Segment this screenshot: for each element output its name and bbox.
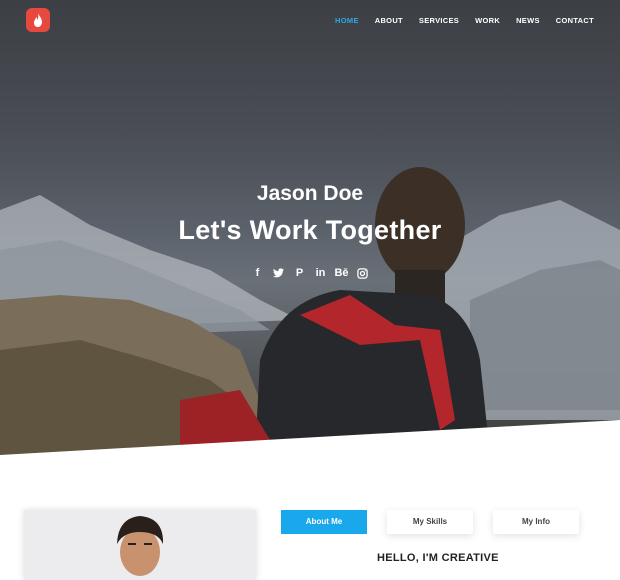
behance-icon[interactable]: Bē [334, 267, 348, 279]
flame-icon [34, 13, 42, 27]
nav-news[interactable]: NEWS [516, 16, 540, 25]
nav-work[interactable]: WORK [475, 16, 500, 25]
hero-section: HOME ABOUT SERVICES WORK NEWS CONTACT Ja… [0, 0, 620, 455]
nav-home[interactable]: HOME [335, 16, 359, 25]
tab-my-skills[interactable]: My Skills [387, 510, 473, 534]
facebook-icon[interactable]: f [252, 267, 264, 279]
tab-about-me[interactable]: About Me [281, 510, 367, 534]
site-logo[interactable] [26, 8, 50, 32]
twitter-icon[interactable] [273, 267, 285, 279]
instagram-icon[interactable] [357, 267, 369, 279]
about-heading: HELLO, I'M CREATIVE [377, 552, 499, 564]
tab-my-info[interactable]: My Info [493, 510, 579, 534]
hero-tagline: Let's Work Together [178, 215, 442, 245]
nav-contact[interactable]: CONTACT [556, 16, 594, 25]
nav-services[interactable]: SERVICES [419, 16, 459, 25]
nav-about[interactable]: ABOUT [375, 16, 403, 25]
pinterest-icon[interactable]: P [294, 267, 306, 279]
about-tabs: About Me My Skills My Info [281, 510, 579, 534]
main-nav: HOME ABOUT SERVICES WORK NEWS CONTACT [319, 16, 594, 25]
hero-name: Jason Doe [256, 182, 364, 205]
social-links: f P in Bē [0, 267, 620, 279]
linkedin-icon[interactable]: in [315, 267, 327, 279]
